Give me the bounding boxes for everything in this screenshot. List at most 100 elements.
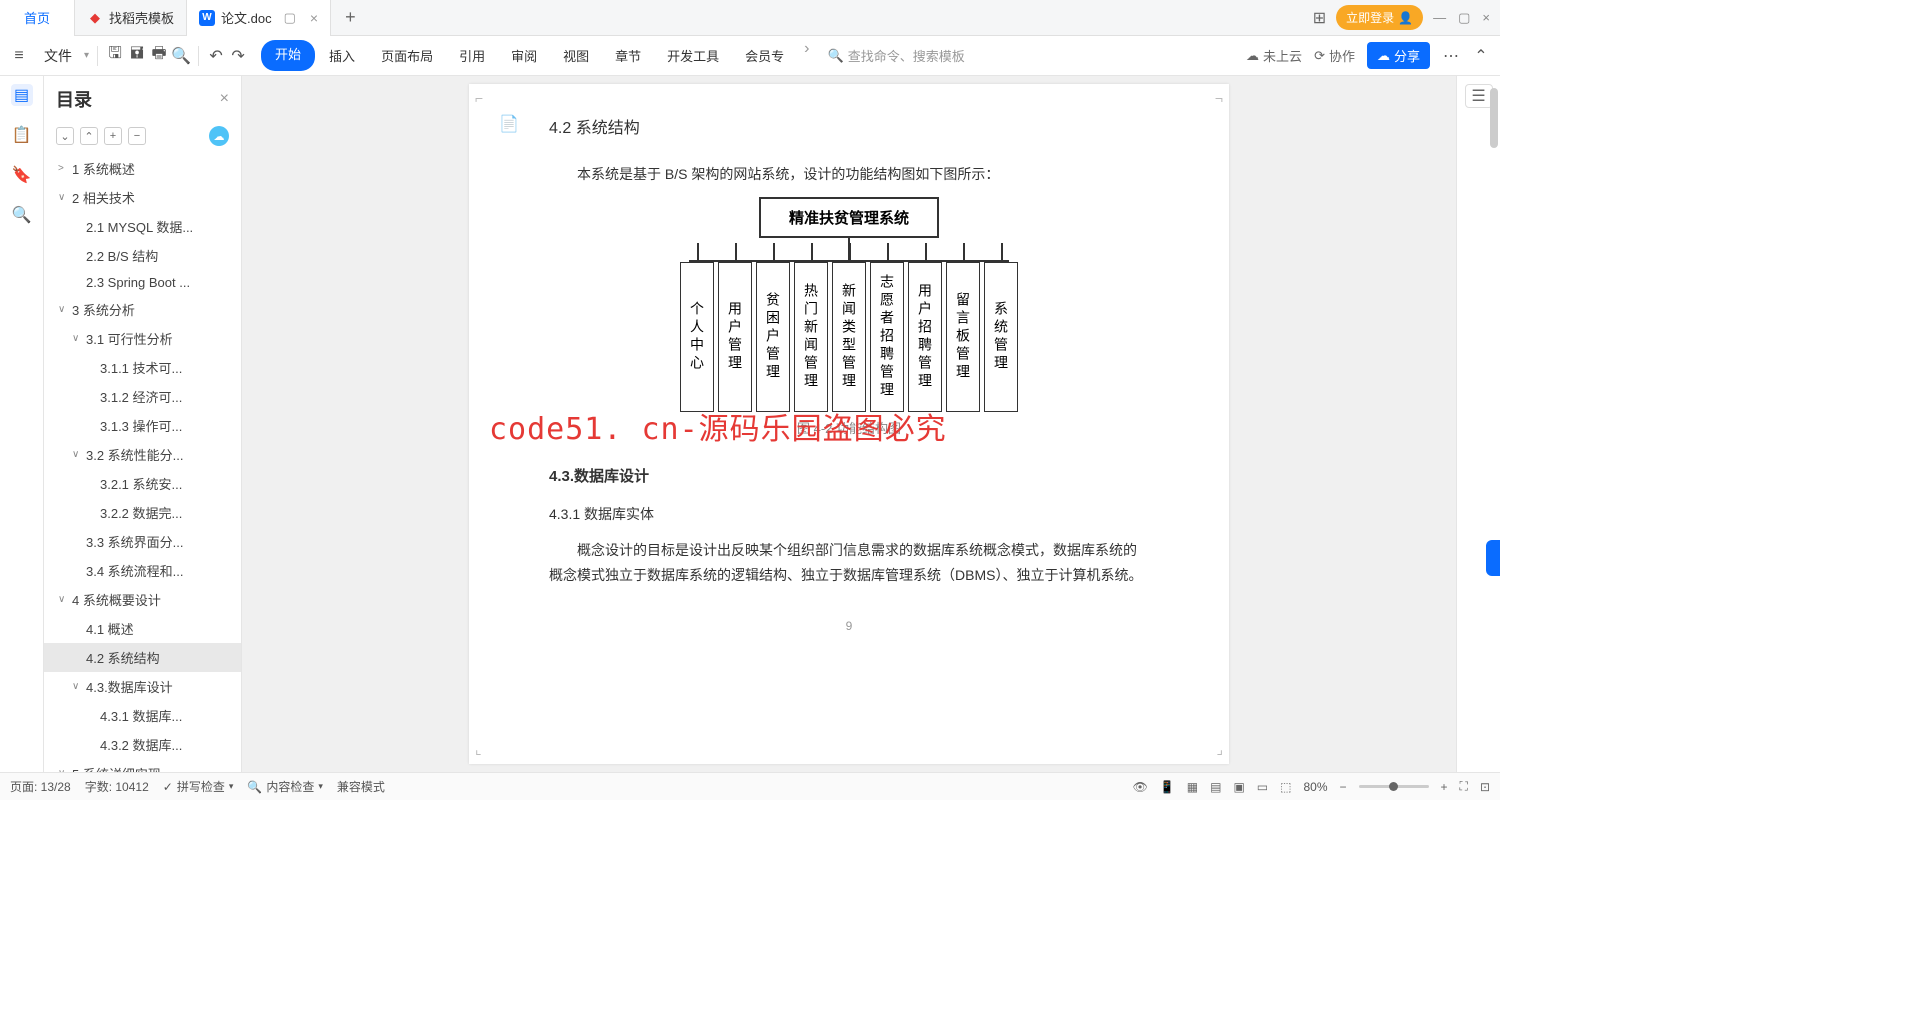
outline-item[interactable]: 4.3.2 数据库...: [44, 730, 241, 759]
menu-devtools[interactable]: 开发工具: [655, 40, 731, 71]
tab-template[interactable]: ◆找稻壳模板: [75, 0, 187, 36]
menu-member[interactable]: 会员专: [733, 40, 796, 71]
outline-item[interactable]: >1 系统概述: [44, 154, 241, 183]
screen-icon[interactable]: ▢: [284, 10, 296, 26]
expand-all-icon[interactable]: ⌃: [80, 127, 98, 145]
outline-close-icon[interactable]: ×: [220, 90, 229, 108]
menu-layout[interactable]: 页面布局: [369, 40, 445, 71]
page-indicator[interactable]: 页面: 13/28: [10, 778, 71, 795]
zoom-level[interactable]: 80%: [1303, 780, 1327, 794]
spellcheck-button[interactable]: ✓拼写检查▾: [163, 778, 234, 795]
outline-item[interactable]: ∨3 系统分析: [44, 295, 241, 324]
outline-item[interactable]: ∨3.2 系统性能分...: [44, 440, 241, 469]
outline-panel: 目录 × ⌄ ⌃ + − ☁ >1 系统概述∨2 相关技术2.1 MYSQL 数…: [44, 76, 242, 772]
view-read-icon[interactable]: ▭: [1257, 780, 1268, 794]
fullscreen-icon[interactable]: ⛶: [1460, 779, 1468, 794]
outline-item[interactable]: 4.1 概述: [44, 614, 241, 643]
heading-4: 4.3.1 数据库实体: [549, 504, 1149, 524]
menu-start[interactable]: 开始: [261, 40, 315, 71]
zoom-slider[interactable]: [1359, 785, 1429, 788]
fit-icon[interactable]: ⊡: [1480, 780, 1490, 794]
menu-insert[interactable]: 插入: [317, 40, 367, 71]
file-menu[interactable]: 文件: [36, 46, 80, 66]
zoom-out-icon[interactable]: −: [1340, 780, 1347, 794]
menu-review[interactable]: 审阅: [499, 40, 549, 71]
eye-icon[interactable]: 👁: [1133, 780, 1148, 794]
outline-item[interactable]: 3.1.1 技术可...: [44, 353, 241, 382]
content-check-button[interactable]: 🔍内容检查▾: [247, 778, 323, 795]
ruler-icon[interactable]: ⬚: [1280, 780, 1291, 794]
outline-item[interactable]: 3.1.2 经济可...: [44, 382, 241, 411]
remove-item-icon[interactable]: −: [128, 127, 146, 145]
side-float-tab[interactable]: [1486, 540, 1500, 576]
outline-item[interactable]: ∨3.1 可行性分析: [44, 324, 241, 353]
document-area[interactable]: ⌐ ¬ 📄 4.2 系统结构 本系统是基于 B/S 架构的网站系统，设计的功能结…: [242, 76, 1456, 772]
menu-icon[interactable]: ≡: [10, 47, 28, 65]
menu-scroll-right-icon[interactable]: ›: [798, 40, 815, 71]
outline-item[interactable]: 2.1 MYSQL 数据...: [44, 212, 241, 241]
close-icon[interactable]: ×: [310, 10, 318, 26]
diagram-module: 用户管理: [718, 262, 752, 412]
undo-icon[interactable]: ↶: [207, 47, 225, 65]
login-button[interactable]: 立即登录👤: [1336, 5, 1423, 30]
outline-item[interactable]: 3.2.2 数据完...: [44, 498, 241, 527]
new-tab-button[interactable]: +: [331, 7, 370, 28]
view-page-icon[interactable]: ▦: [1187, 780, 1198, 794]
diagram-module: 热门新闻管理: [794, 262, 828, 412]
diagram-root: 精准扶贫管理系统: [759, 197, 939, 238]
corner-mark: ⌞: [475, 741, 482, 758]
outline-item[interactable]: 4.2 系统结构: [44, 643, 241, 672]
zoom-in-icon[interactable]: +: [1441, 780, 1448, 794]
outline-item[interactable]: ∨2 相关技术: [44, 183, 241, 212]
compat-mode[interactable]: 兼容模式: [337, 778, 385, 795]
outline-item[interactable]: ∨4.3.数据库设计: [44, 672, 241, 701]
close-window-icon[interactable]: ×: [1482, 10, 1490, 26]
menu-view[interactable]: 视图: [551, 40, 601, 71]
format-panel-icon[interactable]: ☰: [1465, 84, 1493, 108]
cloud-status[interactable]: ☁未上云: [1246, 46, 1302, 65]
user-icon: 👤: [1398, 11, 1413, 25]
outline-item[interactable]: ∨4 系统概要设计: [44, 585, 241, 614]
diagram-module: 个人中心: [680, 262, 714, 412]
outline-item[interactable]: 2.2 B/S 结构: [44, 241, 241, 270]
more-icon[interactable]: ⋯: [1442, 47, 1460, 65]
outline-item[interactable]: 3.3 系统界面分...: [44, 527, 241, 556]
maximize-icon[interactable]: ▢: [1458, 10, 1470, 26]
save-icon[interactable]: 🖫: [106, 47, 124, 65]
collab-button[interactable]: ⟳协作: [1314, 46, 1355, 65]
apps-icon[interactable]: ⊞: [1313, 8, 1326, 28]
menu-reference[interactable]: 引用: [447, 40, 497, 71]
search-rail-icon[interactable]: 🔍: [11, 204, 33, 226]
outline-item[interactable]: ∨5 系统详细实现: [44, 759, 241, 772]
command-search[interactable]: 🔍查找命令、搜索模板: [828, 46, 965, 65]
view-web-icon[interactable]: ▣: [1233, 780, 1244, 794]
word-count[interactable]: 字数: 10412: [85, 778, 149, 795]
add-item-icon[interactable]: +: [104, 127, 122, 145]
save-as-icon[interactable]: 🖬: [128, 47, 146, 65]
clipboard-icon[interactable]: 📋: [11, 124, 33, 146]
phone-icon[interactable]: 📱: [1160, 780, 1175, 794]
tab-document[interactable]: W论文.doc▢×: [187, 0, 331, 36]
outline-item[interactable]: 3.1.3 操作可...: [44, 411, 241, 440]
outline-icon[interactable]: ▤: [11, 84, 33, 106]
share-icon: ☁: [1377, 48, 1390, 64]
tab-home[interactable]: 首页: [0, 0, 75, 36]
intro-text: 本系统是基于 B/S 架构的网站系统，设计的功能结构图如下图所示：: [549, 162, 1149, 187]
collapse-all-icon[interactable]: ⌄: [56, 127, 74, 145]
print-icon[interactable]: 🖶: [150, 47, 168, 65]
outline-item[interactable]: 3.4 系统流程和...: [44, 556, 241, 585]
outline-item[interactable]: 2.3 Spring Boot ...: [44, 270, 241, 295]
menu-chapter[interactable]: 章节: [603, 40, 653, 71]
collapse-icon[interactable]: ⌃: [1472, 47, 1490, 65]
scrollbar-vertical[interactable]: [1490, 80, 1498, 770]
magnify-icon: 🔍: [247, 780, 262, 794]
sync-icon[interactable]: ☁: [209, 126, 229, 146]
share-button[interactable]: ☁分享: [1367, 42, 1430, 69]
minimize-icon[interactable]: —: [1433, 10, 1446, 26]
preview-icon[interactable]: 🔍: [172, 47, 190, 65]
outline-item[interactable]: 4.3.1 数据库...: [44, 701, 241, 730]
outline-item[interactable]: 3.2.1 系统安...: [44, 469, 241, 498]
redo-icon[interactable]: ↷: [229, 47, 247, 65]
view-outline-icon[interactable]: ▤: [1210, 780, 1221, 794]
bookmark-icon[interactable]: 🔖: [11, 164, 33, 186]
